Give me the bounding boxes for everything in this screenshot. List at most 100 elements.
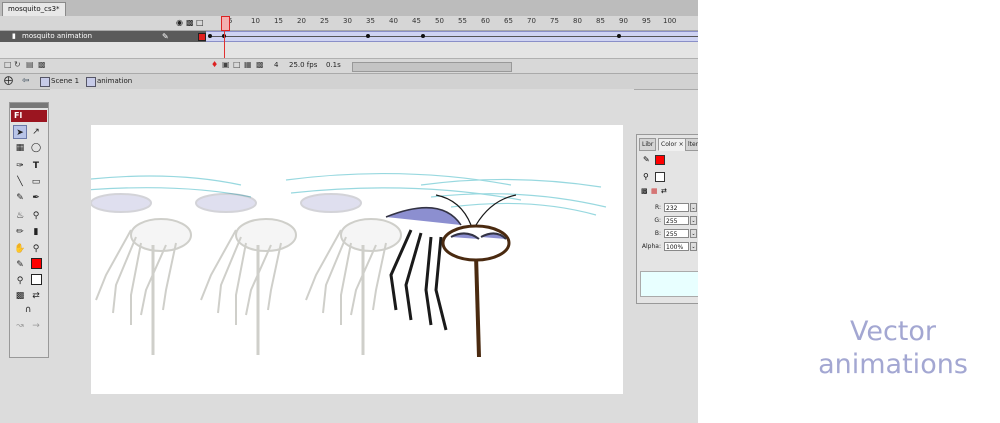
edit-multiple-frames-icon[interactable]: ▦	[244, 60, 252, 69]
mosquito-artwork	[80, 172, 607, 358]
stroke-color-icon[interactable]: ✎	[13, 258, 27, 272]
pencil-tool-icon[interactable]: ✎	[13, 191, 27, 205]
symbol-icon	[86, 77, 96, 87]
tab-library[interactable]: Libr	[639, 138, 657, 151]
lasso-tool-icon[interactable]: ◯	[29, 141, 43, 155]
keyframe[interactable]	[366, 34, 370, 38]
paint-bucket-tool-icon[interactable]: ⚲	[29, 209, 43, 223]
caption-line-1: Vector	[849, 316, 937, 347]
keyframe[interactable]	[208, 34, 212, 38]
snap-magnet-icon[interactable]: ∩	[21, 303, 35, 317]
new-layer-icon[interactable]: □	[4, 60, 12, 69]
swap-colors-icon[interactable]: ⇄	[661, 187, 667, 195]
timeline-scrollbar[interactable]	[352, 62, 512, 72]
free-transform-tool-icon[interactable]: ▦	[13, 141, 27, 155]
green-input[interactable]: 255	[664, 216, 689, 225]
green-stepper[interactable]: ⌄	[690, 216, 697, 225]
eye-icon[interactable]: ◉	[176, 18, 183, 28]
eraser-tool-icon[interactable]: ▮	[29, 225, 43, 239]
motion-tween-line	[208, 36, 698, 37]
back-arrow-icon[interactable]: ⇦	[22, 76, 30, 87]
alpha-stepper[interactable]: ⌄	[690, 242, 697, 251]
swap-colors-icon[interactable]: ⇄	[29, 289, 43, 303]
center-frame-icon[interactable]: ♦	[211, 60, 218, 69]
subselection-tool-icon[interactable]: ↗	[29, 125, 43, 139]
ink-bottle-tool-icon[interactable]: ♨	[13, 209, 27, 223]
blue-stepper[interactable]: ⌄	[690, 229, 697, 238]
hand-tool-icon[interactable]: ✋	[13, 242, 27, 256]
stage-icon[interactable]: ⨁	[4, 76, 13, 87]
alpha-input[interactable]: 100%	[664, 242, 689, 251]
no-color-icon[interactable]: ▦	[651, 187, 658, 195]
tools-panel-header[interactable]	[10, 103, 48, 108]
delete-layer-icon[interactable]: ▩	[38, 60, 46, 69]
document-tab-strip: mosquito_cs3*	[0, 0, 698, 17]
keyframe[interactable]	[421, 34, 425, 38]
black-white-icon[interactable]: ▩	[641, 187, 648, 195]
blue-input[interactable]: 255	[664, 229, 689, 238]
edit-bar: ⨁ ⇦ Scene 1 animation	[0, 73, 698, 90]
tab-color[interactable]: Color ×	[658, 138, 687, 151]
layer-outline-color[interactable]	[198, 33, 206, 41]
eyedropper-tool-icon[interactable]: ✏	[13, 225, 27, 239]
fill-color-icon[interactable]: ⚲	[13, 274, 27, 288]
flash-logo: Fl	[11, 110, 47, 122]
selection-tool-icon[interactable]: ➤	[13, 125, 27, 139]
new-guide-icon[interactable]: ↻	[14, 60, 21, 69]
layer-name[interactable]: mosquito animation	[22, 31, 92, 42]
scene-icon	[40, 77, 50, 87]
color-panel: Libr Color × lters ✎ ⚲ ▩ ▦ ⇄ R: 232 ⌄ G:…	[636, 134, 698, 304]
fill-bucket-icon: ⚲	[643, 172, 649, 181]
pen-tool-icon[interactable]: ✑	[13, 159, 27, 173]
zoom-tool-icon[interactable]: ⚲	[29, 242, 43, 256]
frame-number: 40	[389, 17, 398, 25]
document-tab[interactable]: mosquito_cs3*	[2, 2, 66, 16]
red-stepper[interactable]: ⌄	[690, 203, 697, 212]
fill-color-swatch[interactable]	[29, 274, 43, 288]
text-tool-icon[interactable]: T	[29, 159, 43, 173]
frame-number: 15	[274, 17, 283, 25]
blue-label: B:	[654, 230, 661, 237]
modify-markers-icon[interactable]: ▩	[256, 60, 264, 69]
line-tool-icon[interactable]: ╲	[13, 175, 27, 189]
pencil-icon: ✎	[162, 32, 169, 41]
stage[interactable]	[80, 125, 623, 394]
stroke-color-swatch[interactable]	[29, 258, 43, 272]
elapsed-time: 0.1s	[326, 61, 341, 69]
breadcrumb-scene[interactable]: Scene 1	[51, 76, 79, 87]
frame-ruler[interactable]: 5 10 15 20 25 30 35 40 45 50 55 60 65 70…	[206, 16, 698, 30]
layer-frames[interactable]	[206, 31, 698, 42]
rectangle-tool-icon[interactable]: ▭	[29, 175, 43, 189]
breadcrumb-symbol[interactable]: animation	[97, 76, 132, 87]
close-icon[interactable]: ×	[679, 141, 684, 148]
timeline-header: ◉ ▩ □ 5 10 15 20 25 30 35 40 45 50 55 60…	[0, 16, 698, 31]
smooth-icon[interactable]: ↝	[13, 319, 27, 333]
timeline-footer: □ ↻ ▤ ▩ ♦ ▣ □ ▦ ▩ 4 25.0 fps 0.1s	[0, 58, 698, 73]
frame-number: 45	[412, 17, 421, 25]
default-colors-icon[interactable]: ▩	[13, 289, 27, 303]
alpha-label: Alpha:	[641, 243, 661, 250]
straighten-icon[interactable]: →	[29, 319, 43, 333]
tab-filters[interactable]: lters	[685, 138, 698, 151]
onion-skin-icon[interactable]: ▣	[222, 60, 230, 69]
frame-number: 20	[297, 17, 306, 25]
stroke-icon: ✎	[643, 155, 650, 164]
fill-swatch[interactable]	[655, 172, 665, 182]
frame-number: 85	[596, 17, 605, 25]
frame-number: 30	[343, 17, 352, 25]
frame-number: 95	[642, 17, 651, 25]
frame-rate[interactable]: 25.0 fps	[289, 61, 317, 69]
frame-number: 65	[504, 17, 513, 25]
outline-icon[interactable]: □	[196, 18, 204, 28]
layer-name-area[interactable]: ▮ mosquito animation ✎	[0, 31, 206, 42]
brush-tool-icon[interactable]: ✒	[29, 191, 43, 205]
frame-number: 60	[481, 17, 490, 25]
layer-row[interactable]: ▮ mosquito animation ✎	[0, 31, 698, 42]
new-folder-icon[interactable]: ▤	[26, 60, 34, 69]
lock-icon[interactable]: ▩	[186, 18, 194, 28]
keyframe[interactable]	[617, 34, 621, 38]
stroke-swatch[interactable]	[655, 155, 665, 165]
onion-outline-icon[interactable]: □	[233, 60, 241, 69]
red-input[interactable]: 232	[664, 203, 689, 212]
playhead[interactable]	[221, 16, 230, 31]
